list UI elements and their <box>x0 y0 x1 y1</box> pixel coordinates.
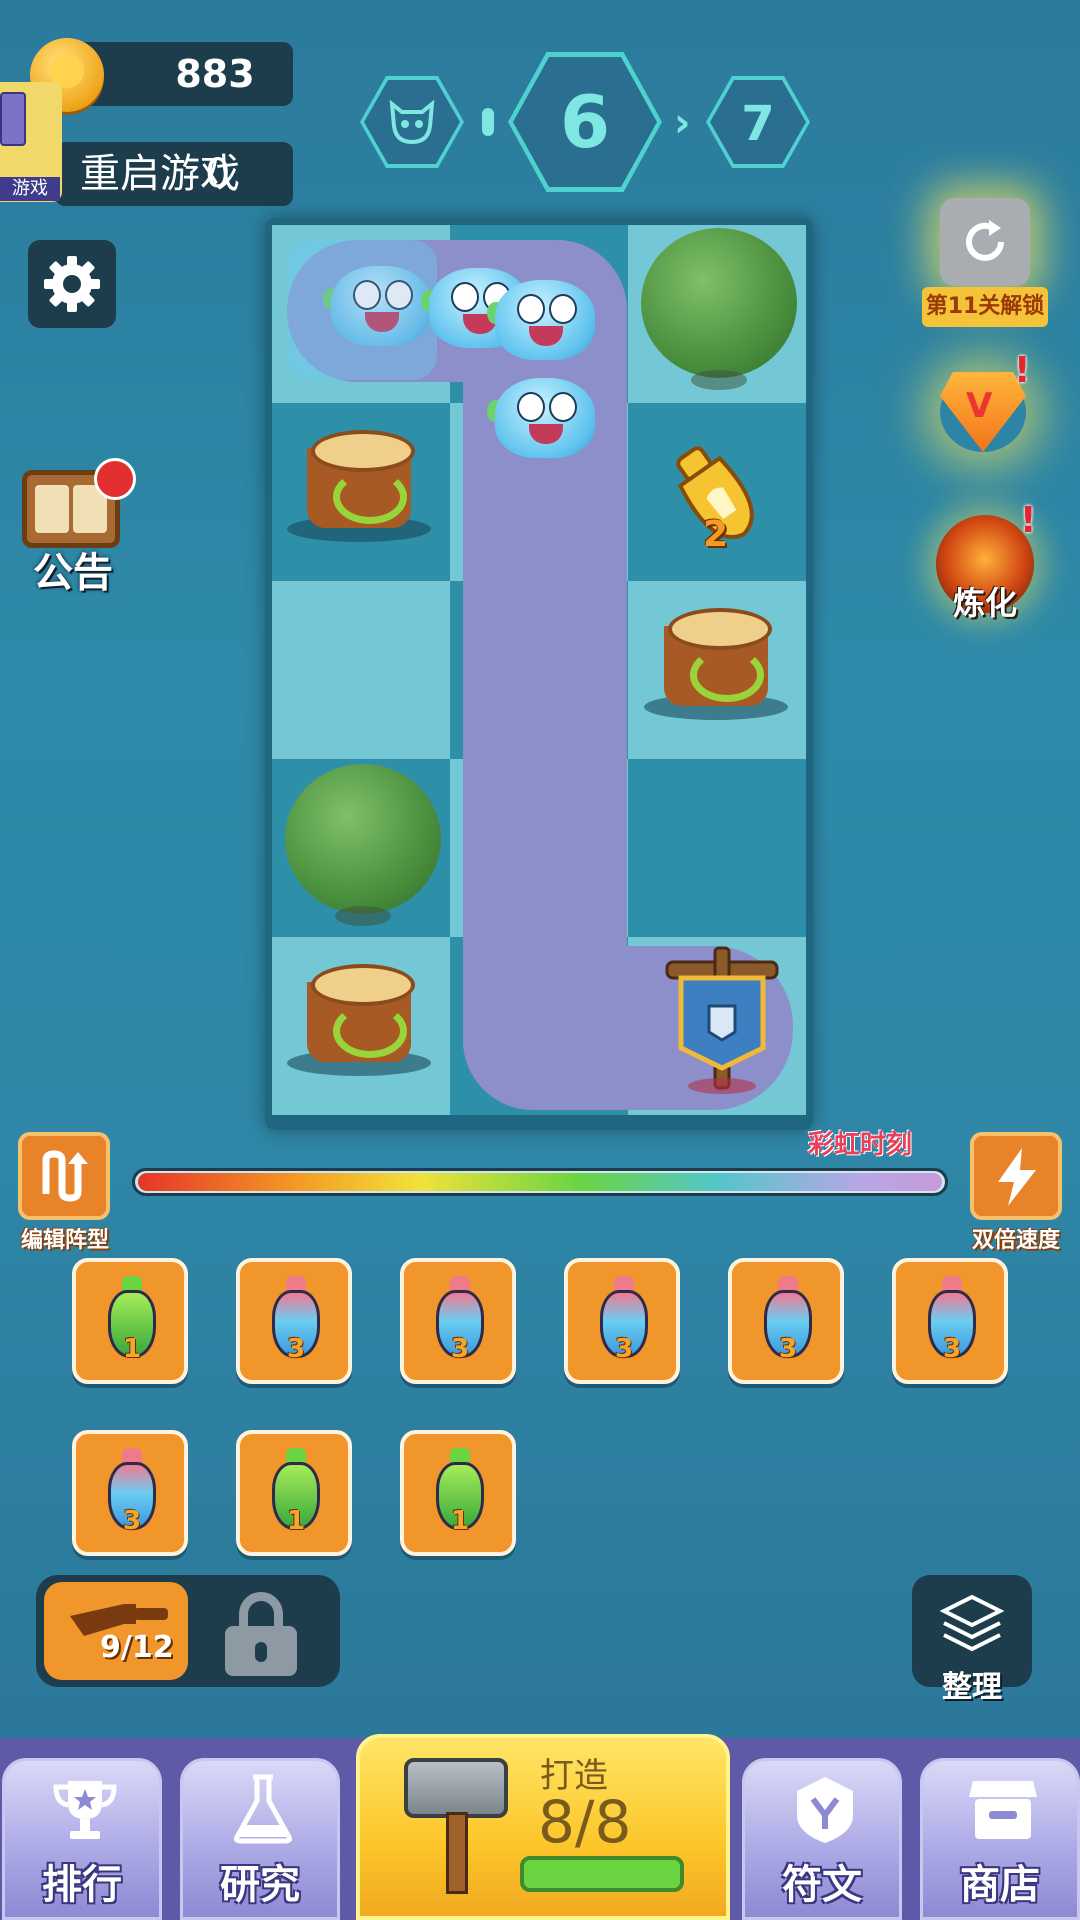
item-slot[interactable]: 3 <box>400 1258 516 1384</box>
notification-dot <box>94 458 136 500</box>
next-wave-number: 7 <box>741 96 775 152</box>
unlock-level-label: 第11关解锁 <box>922 287 1048 327</box>
nav-rune-label: 符文 <box>782 1862 862 1908</box>
current-wave-hex: 6 <box>508 52 662 192</box>
potion-level: 3 <box>614 1334 634 1364</box>
nav-shop-label: 商店 <box>960 1862 1040 1908</box>
current-wave-number: 6 <box>559 80 611 164</box>
potion-level: 3 <box>450 1334 470 1364</box>
lightning-icon <box>998 1148 1036 1206</box>
blue-potion-icon: 3 <box>928 1276 976 1364</box>
tree-stump-obstacle[interactable] <box>287 430 431 542</box>
bush-tree-obstacle[interactable] <box>641 228 797 390</box>
potion-level: 3 <box>122 1506 142 1536</box>
blue-potion-icon: 3 <box>108 1448 156 1536</box>
path-arrows-icon <box>42 1150 88 1202</box>
blue-slime-monster <box>323 266 437 352</box>
item-slot[interactable]: 3 <box>72 1430 188 1556</box>
board-potion-level: 2 <box>703 514 729 555</box>
blue-slime-monster <box>487 378 601 464</box>
rune-shield-icon <box>797 1777 853 1843</box>
potion-level: 1 <box>286 1506 306 1536</box>
layers-icon <box>940 1594 1004 1652</box>
blue-slime-monster <box>487 280 601 366</box>
blue-potion-icon: 3 <box>436 1276 484 1364</box>
item-slot[interactable]: 3 <box>236 1258 352 1384</box>
blue-potion-icon: 3 <box>600 1276 648 1364</box>
edit-formation-button[interactable] <box>18 1132 110 1220</box>
potion-level: 3 <box>942 1334 962 1364</box>
next-wave-hex: 7 <box>706 76 810 168</box>
forge-hammer-handle <box>446 1812 468 1894</box>
rainbow-progress-fill <box>138 1173 942 1191</box>
tree-stump-obstacle[interactable] <box>644 608 788 720</box>
boss-wave-hex <box>360 76 464 168</box>
refresh-icon <box>966 220 1004 261</box>
forge-count: 8/8 <box>538 1788 632 1856</box>
item-slot[interactable]: 1 <box>72 1258 188 1384</box>
nav-rank-label: 排行 <box>42 1862 122 1908</box>
potion-level: 1 <box>122 1334 142 1364</box>
refine-label[interactable]: 炼化 <box>936 578 1034 624</box>
item-slot[interactable]: 3 <box>728 1258 844 1384</box>
item-slot[interactable]: 3 <box>564 1258 680 1384</box>
potion-level: 3 <box>778 1334 798 1364</box>
item-slot[interactable]: 1 <box>400 1430 516 1556</box>
restart-trailing-value: 0 <box>205 151 231 197</box>
green-potion-icon: 1 <box>272 1448 320 1536</box>
refresh-button[interactable] <box>940 198 1030 286</box>
green-potion-icon: 1 <box>436 1448 484 1536</box>
potion-level: 3 <box>286 1334 306 1364</box>
flask-icon <box>234 1774 292 1844</box>
game-board: 2 <box>265 218 813 1130</box>
blue-potion-icon: 3 <box>272 1276 320 1364</box>
edit-formation-label: 编辑阵型 <box>20 1228 109 1253</box>
nav-research-label: 研究 <box>220 1862 300 1908</box>
double-speed-button[interactable] <box>970 1132 1062 1220</box>
mini-game-label: 游戏 <box>0 177 60 201</box>
forge-hammer-icon <box>404 1758 508 1818</box>
green-potion-icon: 1 <box>108 1276 156 1364</box>
mini-game-badge[interactable]: 游戏 <box>0 82 62 202</box>
settings-button[interactable] <box>28 240 116 328</box>
board-tile[interactable] <box>272 581 450 759</box>
notice-label[interactable]: 公告 <box>28 540 118 598</box>
tool-count: 9/12 <box>100 1630 174 1665</box>
bush-tree-obstacle[interactable] <box>285 764 441 926</box>
gear-icon <box>44 256 100 312</box>
refine-alert-mark: ! <box>1020 500 1037 541</box>
rainbow-moment-label: 彩虹时刻 <box>808 1130 913 1160</box>
chevron-right-icon: › <box>674 100 691 146</box>
sort-label: 整理 <box>942 1670 1002 1705</box>
wave-separator <box>482 108 494 136</box>
potion-level: 1 <box>450 1506 470 1536</box>
trophy-icon <box>53 1781 117 1839</box>
shop-store-icon <box>969 1781 1037 1839</box>
gem-alert-mark: ! <box>1014 350 1031 391</box>
tree-stump-obstacle[interactable] <box>287 964 431 1076</box>
handheld-console-icon <box>0 92 26 146</box>
double-speed-label: 双倍速度 <box>971 1228 1060 1253</box>
item-slot[interactable]: 3 <box>892 1258 1008 1384</box>
base-banner-icon <box>665 946 779 1094</box>
monster-head-icon <box>389 99 435 145</box>
forge-progress-bar <box>520 1856 684 1892</box>
coin-count: 883 <box>175 52 255 96</box>
item-slot[interactable]: 1 <box>236 1430 352 1556</box>
lock-icon[interactable] <box>225 1592 297 1676</box>
blue-potion-icon: 3 <box>764 1276 812 1364</box>
